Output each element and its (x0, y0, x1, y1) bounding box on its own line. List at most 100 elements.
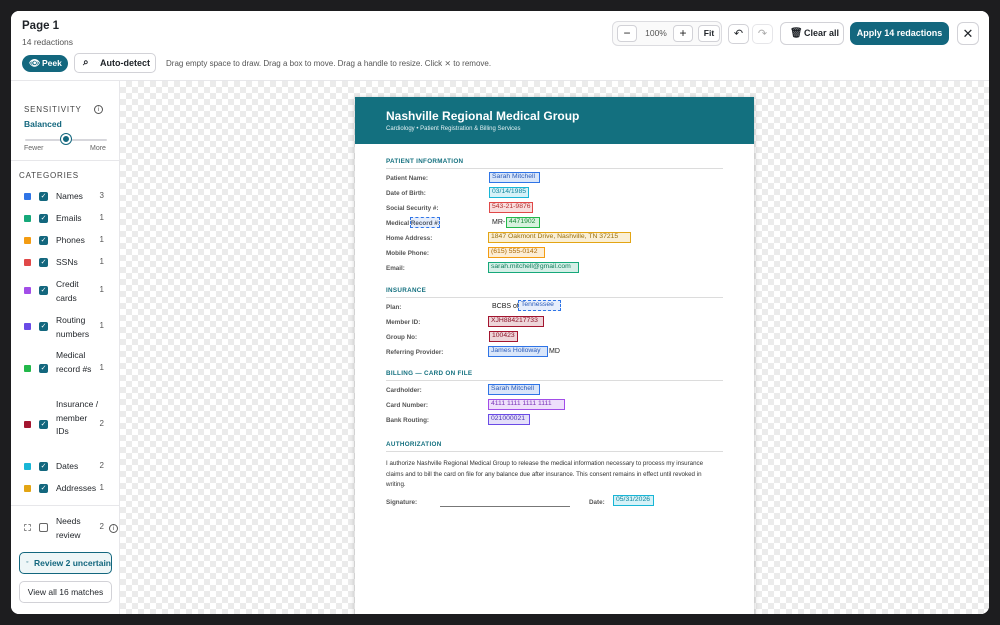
clear-all-button[interactable]: 🗑 Clear all (780, 22, 844, 45)
zoom-out-button[interactable]: − (617, 25, 637, 42)
sidebar: SENSITIVITY i Balanced Fewer More CATEGO… (11, 81, 120, 614)
sensitivity-slider-thumb[interactable] (61, 134, 71, 144)
redaction-box-phone[interactable]: (615) 555-0142 (488, 247, 545, 258)
redaction-box-member-id[interactable]: XJH884217733 (488, 316, 544, 327)
addresses-swatch (24, 485, 31, 492)
clear-all-label: Clear all (804, 28, 840, 38)
category-count: 2 (99, 419, 104, 428)
uncertain-redaction-box[interactable] (410, 217, 440, 228)
category-count: 1 (99, 235, 104, 244)
insurance-swatch (24, 421, 31, 428)
routing-checkbox[interactable]: ✓ (39, 322, 48, 331)
redaction-box-mrn[interactable]: 4471902 (506, 217, 540, 228)
category-insurance-ids[interactable]: ✓ Insurance / member IDs 2 (11, 398, 120, 453)
field-value: MD (549, 348, 560, 355)
field-label: Plan: (386, 304, 402, 311)
category-count: 2 (99, 522, 104, 531)
apply-redactions-button[interactable]: Apply 14 redactions (850, 22, 949, 45)
category-label: Credit cards (56, 279, 79, 303)
addresses-checkbox[interactable]: ✓ (39, 484, 48, 493)
field-label: Home Address: (386, 235, 433, 242)
category-label: Routing numbers (56, 315, 90, 339)
redaction-box-date[interactable]: 05/31/2026 (613, 495, 654, 506)
credit-cards-checkbox[interactable]: ✓ (39, 286, 48, 295)
phones-checkbox[interactable]: ✓ (39, 236, 48, 245)
category-needs-review[interactable]: Needs review 2 i (11, 515, 120, 542)
redaction-box-routing[interactable]: 021000021 (488, 414, 530, 425)
category-label: Emails (56, 213, 82, 223)
field-label: Email: (386, 265, 405, 272)
category-addresses[interactable]: ✓ Addresses 1 (11, 482, 120, 496)
date-label: Date: (589, 499, 605, 506)
info-icon[interactable]: i (94, 105, 103, 114)
zoom-in-button[interactable]: + (673, 25, 693, 42)
insurance-checkbox[interactable]: ✓ (39, 420, 48, 429)
category-dates[interactable]: ✓ Dates 2 (11, 460, 120, 474)
category-credit-cards[interactable]: ✓ Credit cards 1 (11, 278, 120, 305)
category-label: Medical record #s (56, 350, 92, 374)
routing-swatch (24, 323, 31, 330)
field-label: Card Number: (386, 402, 428, 409)
zoom-level: 100% (645, 28, 667, 38)
section-heading: PATIENT INFORMATION (386, 158, 464, 165)
redaction-canvas[interactable]: Nashville Regional Medical Group Cardiol… (120, 81, 989, 614)
category-label: Addresses (56, 483, 97, 493)
emails-swatch (24, 215, 31, 222)
close-icon[interactable]: ✕ (957, 22, 979, 45)
redaction-box-group[interactable]: 100423 (489, 331, 518, 342)
redaction-box-email[interactable]: sarah.mitchell@gmail.com (488, 262, 579, 273)
dot-icon: ◦ (26, 559, 29, 566)
ssns-checkbox[interactable]: ✓ (39, 258, 48, 267)
document-page[interactable]: Nashville Regional Medical Group Cardiol… (355, 97, 754, 614)
uncertain-redaction-box[interactable]: Tennessee (518, 300, 561, 311)
category-medical-records[interactable]: ✓ Medical record #s 1 (11, 349, 120, 390)
category-label: Names (56, 191, 83, 201)
view-all-matches-button[interactable]: View all 16 matches (19, 581, 112, 603)
redaction-box-card-number[interactable]: 4111 1111 1111 1111 (488, 399, 565, 410)
category-count: 1 (99, 321, 104, 330)
dates-checkbox[interactable]: ✓ (39, 462, 48, 471)
medical-checkbox[interactable]: ✓ (39, 364, 48, 373)
org-name: Nashville Regional Medical Group (386, 109, 580, 123)
auto-detect-button[interactable]: ⌕ Auto-detect (74, 53, 156, 73)
category-count: 1 (99, 483, 104, 492)
redaction-box-address[interactable]: 1847 Oakmont Drive, Nashville, TN 37215 (488, 232, 631, 243)
redaction-box-name[interactable]: Sarah Mitchell (489, 172, 540, 183)
category-count: 1 (99, 257, 104, 266)
names-swatch (24, 193, 31, 200)
more-label: More (90, 145, 106, 152)
field-label: Date of Birth: (386, 190, 426, 197)
section-rule (386, 380, 723, 381)
redaction-box-ssn[interactable]: 543-21-9876 (489, 202, 533, 213)
category-routing-numbers[interactable]: ✓ Routing numbers 1 (11, 314, 120, 341)
category-label: Dates (56, 461, 79, 471)
category-names[interactable]: ✓ Names 3 (11, 190, 120, 204)
divider (11, 505, 120, 506)
dates-swatch (24, 463, 31, 470)
review-uncertain-button[interactable]: ◦ Review 2 uncertain (19, 552, 112, 574)
category-ssns[interactable]: ✓ SSNs 1 (11, 256, 120, 270)
trash-icon: 🗑 (790, 28, 803, 39)
emails-checkbox[interactable]: ✓ (39, 214, 48, 223)
medical-swatch (24, 365, 31, 372)
ssns-swatch (24, 259, 31, 266)
field-label: Patient Name: (386, 175, 428, 182)
redaction-box-provider[interactable]: James Holloway (488, 346, 548, 357)
redaction-box-cardholder[interactable]: Sarah Mitchell (488, 384, 540, 395)
section-heading: BILLING — CARD ON FILE (386, 370, 473, 377)
review-label: Review 2 uncertain (34, 558, 112, 568)
undo-icon[interactable]: ↶ (728, 24, 749, 44)
divider (11, 160, 120, 161)
info-icon[interactable]: i (109, 524, 118, 533)
fit-button[interactable]: Fit (698, 25, 720, 42)
needs-review-checkbox[interactable] (39, 523, 48, 532)
category-count: 1 (99, 363, 104, 372)
category-phones[interactable]: ✓ Phones 1 (11, 234, 120, 248)
peek-button[interactable]: 👁 Peek (22, 55, 68, 72)
eye-icon: 👁 (29, 58, 41, 68)
category-emails[interactable]: ✓ Emails 1 (11, 212, 120, 226)
names-checkbox[interactable]: ✓ (39, 192, 48, 201)
redo-icon[interactable]: ↷ (752, 24, 773, 44)
redaction-box-date[interactable]: 03/14/1985 (489, 187, 529, 198)
auto-detect-label: Auto-detect (100, 58, 150, 68)
